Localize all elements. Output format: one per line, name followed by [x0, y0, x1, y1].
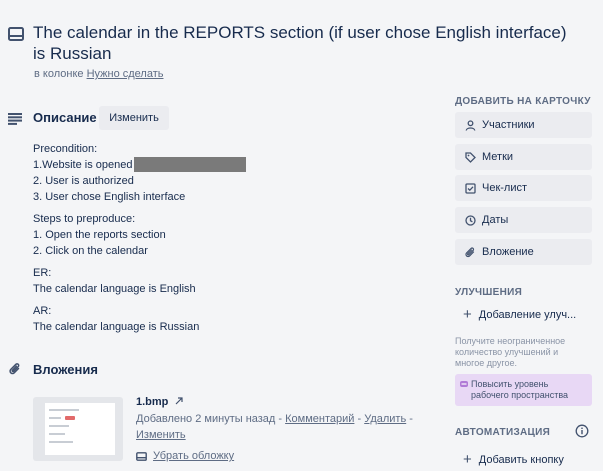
description-body[interactable]: Precondition: 1.Website is opened 2. Use…: [33, 141, 433, 341]
attachment-file-name[interactable]: 1.bmp: [136, 396, 168, 408]
step-item: 2. Click on the calendar: [33, 245, 148, 257]
remove-cover-label: Убрать обложку: [153, 450, 235, 462]
thumbnail-line: [49, 417, 61, 419]
paperclip-icon: [9, 363, 20, 375]
step-item: 1. Open the reports section: [33, 229, 166, 241]
add-powerup-button[interactable]: + Добавление улуч...: [455, 303, 592, 327]
automation-heading: АВТОМАТИЗАЦИЯ: [455, 427, 551, 438]
comment-link[interactable]: Комментарий: [285, 413, 354, 425]
thumbnail-line: [49, 409, 79, 411]
add-powerup-label: Добавление улуч...: [478, 309, 577, 321]
list-name-link[interactable]: Нужно сделать: [87, 68, 164, 80]
paperclip-icon: [465, 246, 475, 257]
external-link-icon[interactable]: [175, 397, 184, 405]
redacted-block: [134, 157, 247, 172]
attachment-meta: Добавлено 2 минуты назад - Комментарий -…: [136, 413, 413, 441]
thumbnail-line: [49, 425, 69, 427]
expected-result-block: ER: The calendar language is English: [33, 265, 433, 297]
checklist-button[interactable]: Чек-лист: [455, 175, 592, 201]
actual-result-block: AR: The calendar language is Russian: [33, 303, 433, 335]
plus-icon: +: [463, 306, 472, 323]
edit-description-button[interactable]: Изменить: [99, 106, 169, 130]
attachment-name[interactable]: 1.bmp: [136, 396, 184, 408]
powerups-heading: УЛУЧШЕНИЯ: [455, 287, 523, 298]
in-list-prefix: в колонке: [34, 68, 84, 80]
er-text: The calendar language is English: [33, 283, 196, 295]
description-heading: Описание: [33, 110, 97, 125]
thumbnail-highlight: [65, 416, 75, 420]
add-to-card-heading: ДОБАВИТЬ НА КАРТОЧКУ: [455, 96, 591, 107]
info-icon[interactable]: [575, 424, 589, 438]
card-list-location: в колонке Нужно сделать: [34, 68, 163, 80]
upgrade-icon: [460, 381, 468, 387]
card-cover-icon: [136, 451, 147, 461]
attachment-label: Вложение: [482, 246, 534, 258]
powerups-upsell-text: Получите неограниченное количество улучш…: [455, 336, 566, 368]
checklist-label: Чек-лист: [482, 182, 528, 194]
precondition-item: 2. User is authorized: [33, 175, 134, 187]
dates-label: Даты: [482, 214, 509, 226]
delete-link[interactable]: Удалить: [364, 413, 406, 425]
ar-text: The calendar language is Russian: [33, 321, 200, 333]
attachment-added-time: Добавлено 2 минуты назад: [136, 413, 276, 425]
add-automation-label: Добавить кнопку: [478, 454, 564, 466]
steps-label: Steps to preproduce:: [33, 213, 136, 225]
remove-cover-button[interactable]: Убрать обложку: [136, 450, 234, 462]
members-button[interactable]: Участники: [455, 112, 592, 138]
description-icon: [8, 113, 22, 125]
attachment-thumbnail[interactable]: [33, 397, 123, 461]
precondition-item: 3. User chose English interface: [33, 191, 186, 203]
checklist-icon: [465, 182, 476, 194]
members-label: Участники: [482, 119, 535, 131]
thumbnail-line: [49, 441, 73, 443]
clock-icon: [465, 214, 476, 226]
thumbnail-preview: [45, 403, 115, 455]
add-automation-button[interactable]: + Добавить кнопку: [455, 448, 592, 471]
upgrade-workspace-button[interactable]: Повысить уровень рабочего пространства: [455, 374, 592, 406]
edit-attachment-link[interactable]: Изменить: [136, 429, 186, 441]
tag-icon: [465, 151, 476, 163]
ar-label: AR:: [33, 305, 52, 317]
upgrade-label: Повысить уровень рабочего пространства: [471, 379, 569, 400]
dates-button[interactable]: Даты: [455, 207, 592, 233]
precondition-label: Precondition:: [33, 143, 98, 155]
steps-block: Steps to preproduce: 1. Open the reports…: [33, 211, 433, 259]
er-label: ER:: [33, 267, 52, 279]
labels-button[interactable]: Метки: [455, 144, 592, 170]
plus-icon: +: [463, 451, 472, 468]
attachment-button[interactable]: Вложение: [455, 239, 592, 265]
labels-label: Метки: [482, 151, 514, 163]
card-icon: [8, 27, 24, 41]
precondition-item: 1.Website is opened: [33, 159, 133, 171]
attachments-heading: Вложения: [33, 362, 98, 377]
precondition-block: Precondition: 1.Website is opened 2. Use…: [33, 141, 433, 205]
user-icon: [465, 119, 476, 131]
card-title[interactable]: The calendar in the REPORTS section (if …: [33, 22, 573, 64]
thumbnail-line: [49, 433, 65, 435]
